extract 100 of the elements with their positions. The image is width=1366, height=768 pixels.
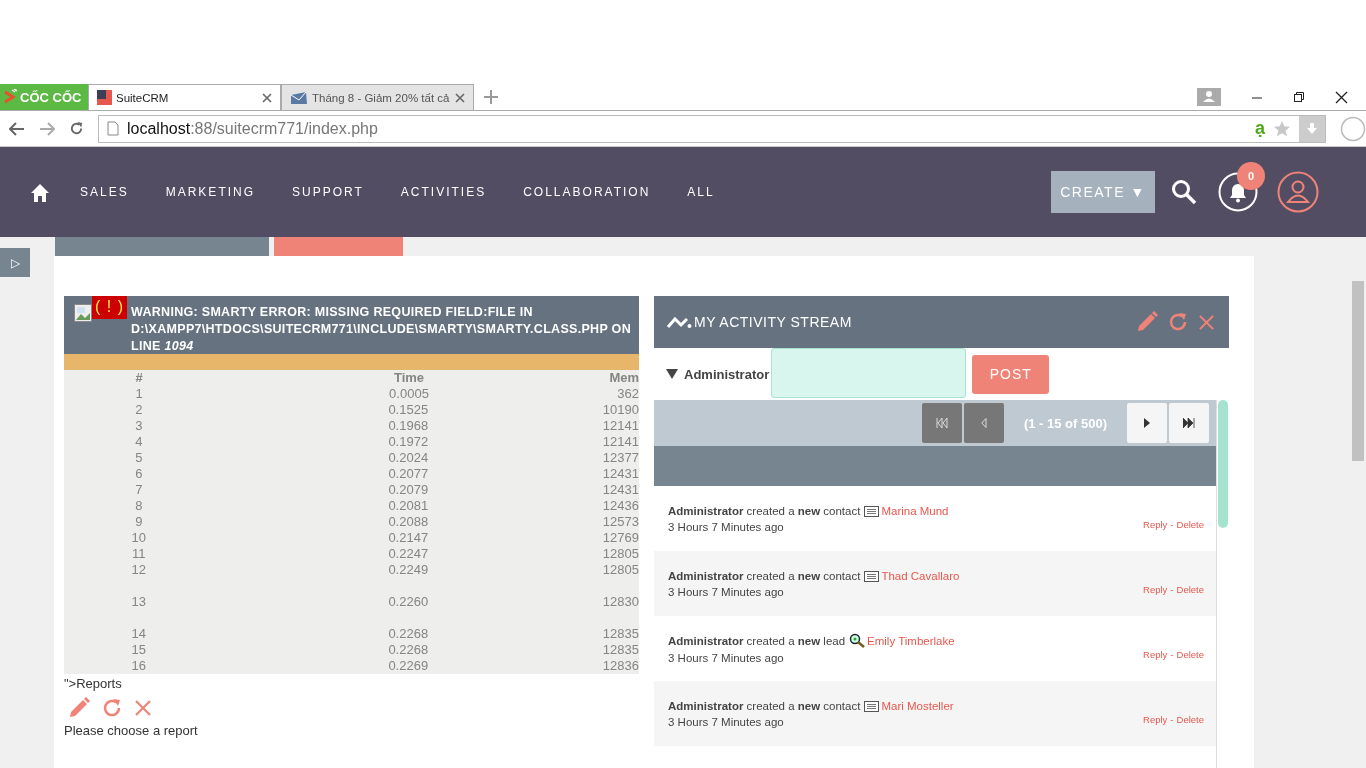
nav-menu-item[interactable]: SALES: [80, 185, 129, 199]
create-button[interactable]: CREATE ▼: [1051, 171, 1155, 213]
table-cell: 12836: [602, 658, 639, 674]
table-cell-text: 362: [616, 386, 639, 402]
post-input-field[interactable]: [771, 348, 967, 398]
nav-menu-item[interactable]: COLLABORATION: [523, 185, 651, 199]
delete-link[interactable]: Delete: [1176, 714, 1204, 725]
table-cell-text: 0.2147: [387, 530, 430, 546]
table-cell-text: 3: [134, 418, 144, 434]
table-cell-text: 0.2081: [387, 498, 430, 514]
table-cell: 12769: [602, 530, 639, 546]
table-cell-text: 13: [130, 593, 148, 611]
close-icon[interactable]: [1335, 90, 1348, 104]
table-cell-text: 16: [130, 658, 148, 674]
post-button[interactable]: POST: [972, 354, 1050, 394]
address-field[interactable]: localhost:88/suitecrm771/index.php ạ: [98, 114, 1326, 143]
favicon-icon: [97, 90, 112, 105]
star-icon[interactable]: [1273, 119, 1291, 138]
reply-link[interactable]: Reply: [1143, 714, 1168, 725]
table-cell: 12431: [602, 466, 639, 482]
magnifier-icon: [849, 633, 866, 648]
delete-link[interactable]: Delete: [1176, 584, 1204, 595]
edit-icon[interactable]: [68, 697, 90, 719]
search-icon[interactable]: [1171, 179, 1197, 205]
table-cell-text: 12: [130, 562, 148, 578]
report-message: Please choose a report: [64, 723, 198, 738]
first-page-button[interactable]: [921, 403, 962, 443]
activity-icon: [666, 315, 692, 329]
refresh-icon[interactable]: [102, 698, 122, 718]
collapse-triangle-icon[interactable]: [666, 369, 678, 379]
reply-link[interactable]: Reply: [1143, 649, 1168, 660]
separator-text: -: [1170, 714, 1174, 725]
reply-link[interactable]: Reply: [1143, 584, 1168, 595]
table-cell: 12573: [602, 514, 639, 530]
table-cell: 10190: [602, 402, 639, 418]
table-cell: 12805: [602, 562, 639, 578]
column-header: Mem: [608, 370, 639, 386]
circle-icon[interactable]: [1340, 115, 1366, 142]
table-cell-text: 11: [131, 546, 147, 562]
dashlet-title: MY ACTIVITY STREAM: [694, 314, 852, 330]
download-button[interactable]: [1299, 115, 1325, 142]
scrollbar-thumb[interactable]: [1218, 400, 1228, 528]
record-link[interactable]: Emily Timberlake: [867, 634, 955, 647]
table-cell-text: 10: [130, 530, 148, 546]
pagination-text: (1 - 15 of 500): [1023, 415, 1107, 431]
edit-icon[interactable]: [1136, 311, 1158, 333]
table-cell-text: 1: [134, 386, 144, 402]
delete-link[interactable]: Delete: [1176, 519, 1204, 530]
table-cell-text: 0.1968: [387, 418, 430, 434]
table-cell-text: 7: [134, 482, 144, 498]
delete-link[interactable]: Delete: [1176, 649, 1204, 660]
reports-text: ">Reports: [64, 676, 122, 691]
refresh-icon[interactable]: [1168, 312, 1188, 332]
page-icon: [107, 121, 119, 136]
table-cell-text: 0.2088: [387, 514, 430, 530]
record-link[interactable]: Thad Cavallaro: [881, 569, 960, 582]
activity-text: Administrator created a new contact: [668, 699, 861, 712]
previous-page-button[interactable]: [963, 403, 1004, 443]
new-tab-icon[interactable]: [484, 90, 498, 104]
table-cell-text: 0.2249: [387, 562, 430, 578]
activity-time: 3 Hours 7 Minutes ago: [668, 585, 785, 598]
activity-text: Administrator created a new contact: [668, 504, 861, 517]
table-cell-text: 0.2268: [387, 642, 430, 658]
nav-menu-item[interactable]: MARKETING: [165, 185, 256, 199]
forward-icon[interactable]: [39, 121, 55, 136]
table-cell-text: 4: [134, 434, 144, 450]
record-link[interactable]: Marina Mund: [881, 504, 949, 517]
scrollbar-thumb[interactable]: [1352, 281, 1364, 461]
user-avatar-icon[interactable]: [1277, 171, 1319, 213]
record-link[interactable]: Mari Mosteller: [881, 699, 954, 712]
contact-card-icon: [864, 504, 880, 517]
back-icon[interactable]: [9, 121, 25, 136]
table-cell: 12805: [602, 546, 639, 562]
activity-text: Administrator created a new contact: [668, 569, 861, 582]
reload-icon[interactable]: [69, 121, 84, 136]
restore-icon[interactable]: [1293, 91, 1305, 103]
input-method-indicator[interactable]: ạ: [1255, 118, 1265, 139]
sidebar-toggle-button[interactable]: ▷: [0, 248, 30, 277]
user-name: Administrator: [684, 366, 770, 382]
tab-title: SuiteCRM: [116, 91, 170, 104]
home-icon[interactable]: [30, 182, 50, 202]
nav-menu-item[interactable]: ALL: [687, 185, 715, 199]
browser-logo[interactable]: CỐC CỐC: [0, 84, 88, 110]
table-cell-text: 0.2247: [387, 546, 430, 562]
reply-link[interactable]: Reply: [1143, 519, 1168, 530]
separator-text: -: [1170, 519, 1174, 530]
first-page-icon: [935, 418, 948, 428]
logo-icon: [3, 89, 17, 105]
contact-card-icon: [864, 569, 880, 582]
last-page-button[interactable]: [1169, 403, 1209, 443]
table-cell: 12436: [602, 498, 639, 514]
logo-text: CỐC CỐC: [20, 89, 82, 105]
nav-menu-item[interactable]: ACTIVITIES: [400, 185, 487, 199]
profile-icon[interactable]: [1197, 88, 1221, 106]
browser-tab[interactable]: SuiteCRM: [88, 84, 281, 110]
last-page-icon: [1183, 418, 1195, 428]
tab-title: Tháng 8 - Giảm 20% tất cả: [312, 91, 451, 104]
nav-menu-item[interactable]: SUPPORT: [292, 185, 364, 199]
notification-count: 0: [1237, 162, 1265, 190]
browser-tab[interactable]: Tháng 8 - Giảm 20% tất cả: [281, 84, 474, 110]
